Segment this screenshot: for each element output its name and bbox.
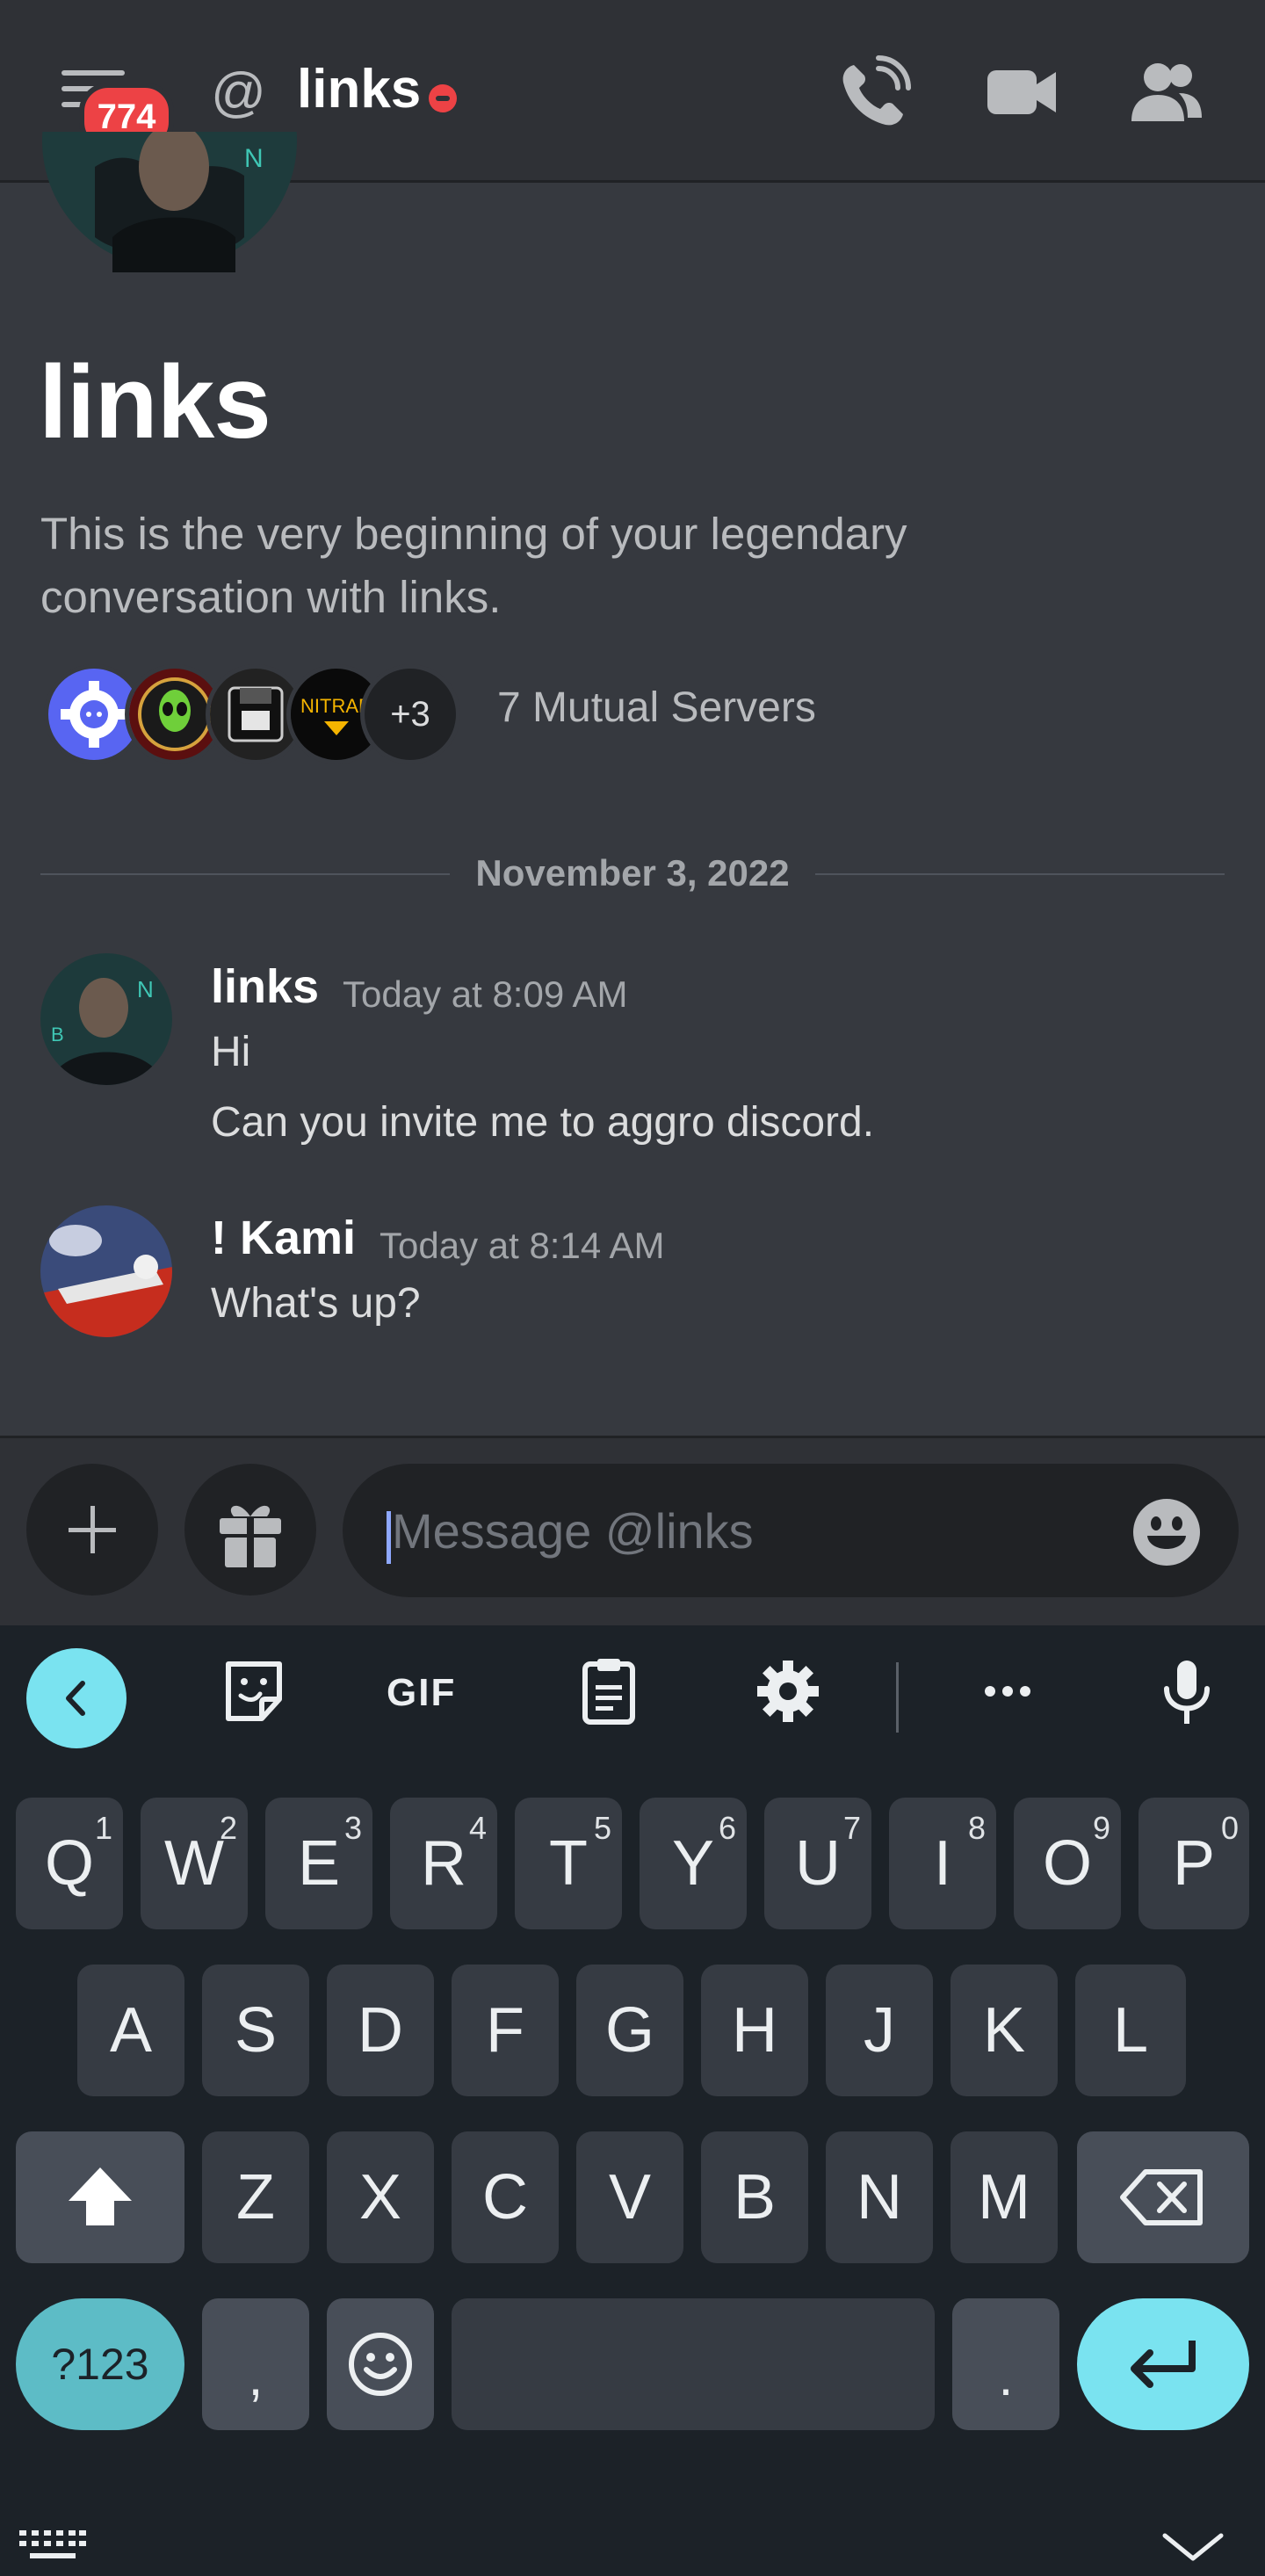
divider-line [815, 873, 1225, 875]
text-caret [387, 1511, 391, 1564]
chevron-left-icon [66, 1681, 85, 1716]
key-n[interactable]: N [826, 2131, 933, 2263]
key-v[interactable]: V [576, 2131, 683, 2263]
shift-arrow-icon [69, 2167, 132, 2225]
more-servers-count[interactable]: +3 [360, 664, 460, 764]
gif-button[interactable]: GIF [387, 1671, 456, 1715]
key-r[interactable]: R4 [390, 1798, 497, 1929]
backspace-icon [1120, 2169, 1203, 2225]
key-y[interactable]: Y6 [640, 1798, 747, 1929]
key-o[interactable]: O9 [1014, 1798, 1121, 1929]
key-d[interactable]: D [327, 1965, 434, 2096]
key-i[interactable]: I8 [889, 1798, 996, 1929]
key-x[interactable]: X [327, 2131, 434, 2263]
conversation-intro: This is the very beginning of your legen… [40, 509, 907, 622]
enter-key[interactable] [1077, 2298, 1249, 2430]
key-t[interactable]: T5 [515, 1798, 622, 1929]
settings-gear-icon[interactable] [748, 1652, 828, 1731]
key-k[interactable]: K [951, 1965, 1058, 2096]
svg-text:B: B [51, 1024, 64, 1046]
collapse-toolbar-button[interactable] [26, 1648, 126, 1748]
avatar[interactable] [40, 1205, 172, 1337]
period-key[interactable]: . [952, 2298, 1059, 2430]
sticker-icon[interactable] [214, 1652, 293, 1731]
plus-icon [69, 1506, 116, 1553]
date-divider: November 3, 2022 [475, 852, 790, 894]
space-key[interactable] [452, 2298, 935, 2430]
comma-key[interactable]: , [202, 2298, 309, 2430]
emoji-icon[interactable] [1131, 1497, 1202, 1567]
symbols-key[interactable]: ?123 [16, 2298, 184, 2430]
key-f[interactable]: F [452, 1965, 559, 2096]
message-text: Can you invite me to aggro discord. [211, 1099, 875, 1146]
key-c[interactable]: C [452, 2131, 559, 2263]
key-l[interactable]: L [1075, 1965, 1186, 2096]
key-j[interactable]: J [826, 1965, 933, 2096]
key-h[interactable]: H [701, 1965, 808, 2096]
profile-name: links [39, 344, 271, 460]
shift-key[interactable] [16, 2131, 184, 2263]
keyboard [0, 1625, 1265, 2576]
mutual-servers-label[interactable]: 7 Mutual Servers [497, 684, 816, 732]
key-s[interactable]: S [202, 1965, 309, 2096]
header-title[interactable]: links [297, 58, 421, 120]
microphone-icon[interactable] [1147, 1652, 1226, 1731]
more-options-icon[interactable] [968, 1652, 1047, 1731]
message-timestamp: Today at 8:09 AM [343, 973, 628, 1015]
svg-text:N: N [137, 976, 154, 1002]
gift-button[interactable] [184, 1464, 316, 1596]
key-q[interactable]: Q1 [16, 1798, 123, 1929]
key-w[interactable]: W2 [141, 1798, 248, 1929]
key-u[interactable]: U7 [764, 1798, 871, 1929]
key-z[interactable]: Z [202, 2131, 309, 2263]
key-m[interactable]: M [951, 2131, 1058, 2263]
message-text: What's up? [211, 1280, 421, 1327]
divider-line [40, 873, 450, 875]
clipboard-icon[interactable] [569, 1652, 648, 1731]
profile-avatar: N [42, 132, 297, 272]
video-call-icon[interactable] [982, 53, 1061, 132]
key-p[interactable]: P0 [1138, 1798, 1249, 1929]
emoji-icon [349, 2333, 412, 2396]
attach-button[interactable] [26, 1464, 158, 1596]
enter-arrow-icon [1131, 2341, 1196, 2388]
key-e[interactable]: E3 [265, 1798, 372, 1929]
svg-text:N: N [244, 144, 264, 173]
key-a[interactable]: A [77, 1965, 184, 2096]
at-icon: @ [211, 62, 266, 123]
message-author[interactable]: ! Kami [211, 1211, 356, 1265]
key-g[interactable]: G [576, 1965, 683, 2096]
keyboard-switch-icon[interactable] [18, 2527, 88, 2565]
message-placeholder: Message @links [392, 1503, 754, 1559]
backspace-key[interactable] [1077, 2131, 1249, 2263]
members-icon[interactable] [1126, 53, 1205, 132]
message-text: Hi [211, 1029, 251, 1075]
emoji-key[interactable] [327, 2298, 434, 2430]
message-timestamp: Today at 8:14 AM [380, 1225, 665, 1266]
avatar[interactable]: N B [40, 953, 172, 1085]
gift-icon [220, 1505, 281, 1567]
toolbar-divider [896, 1662, 899, 1733]
phone-call-icon[interactable] [835, 53, 914, 132]
dnd-status-icon [429, 84, 457, 112]
hide-keyboard-icon[interactable] [1160, 2527, 1226, 2565]
message-author[interactable]: links [211, 959, 319, 1014]
key-b[interactable]: B [701, 2131, 808, 2263]
